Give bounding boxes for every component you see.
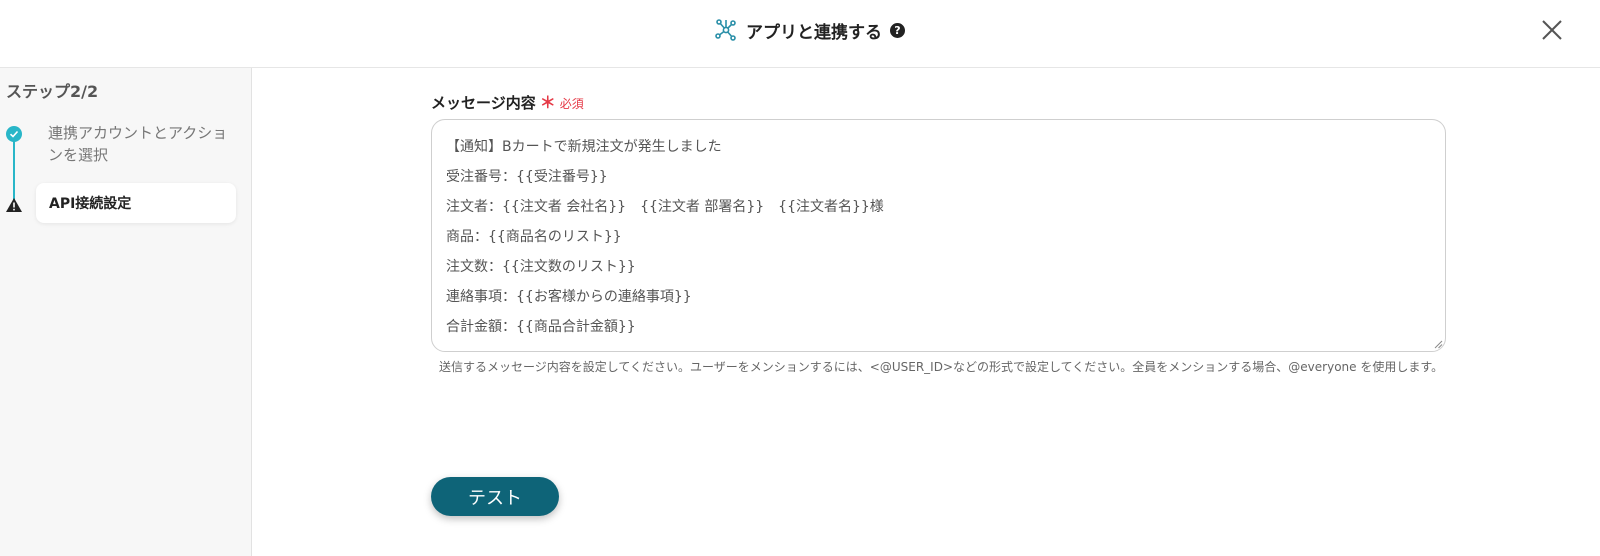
test-button[interactable]: テスト [431, 477, 559, 516]
message-textarea[interactable]: 【通知】Bカートで新規注文が発生しました 受注番号：{{受注番号}} 注文者：{… [431, 119, 1446, 352]
close-button[interactable] [1538, 16, 1566, 44]
message-line: 注文数：{{注文数のリスト}} [446, 259, 636, 275]
step-heading: ステップ2/2 [6, 82, 99, 101]
close-icon [1542, 20, 1562, 40]
modal-header: アプリと連携する ? [0, 0, 1600, 68]
message-helper-text: 送信するメッセージ内容を設定してください。ユーザーをメンションするには、<@US… [439, 360, 1444, 374]
message-line: 注文者：{{注文者 会社名}} {{注文者 部署名}} {{注文者名}}様 [446, 199, 884, 215]
step-item-api-settings[interactable]: API接続設定 [36, 183, 236, 223]
message-label-text: メッセージ内容 [431, 94, 536, 112]
step-sidebar: ステップ2/2 連携アカウントとアクションを選択 API接続設定 [0, 68, 252, 556]
warning-icon [5, 197, 23, 213]
message-line: 【通知】Bカートで新規注文が発生しました [446, 139, 722, 155]
modal-title: アプリと連携する [746, 22, 882, 43]
help-icon[interactable]: ? [890, 22, 905, 38]
check-icon [6, 126, 22, 142]
resize-handle-icon[interactable] [1433, 339, 1443, 349]
required-star: ＊ [539, 93, 556, 112]
message-line: 連絡事項：{{お客様からの連絡事項}} [446, 289, 692, 305]
message-line: 商品：{{商品名のリスト}} [446, 229, 622, 245]
header-title-group: アプリと連携する ? [714, 16, 905, 44]
message-line: 受注番号：{{受注番号}} [446, 169, 608, 185]
required-badge: 必須 [559, 97, 584, 111]
step-item-select-action[interactable]: 連携アカウントとアクションを選択 [48, 122, 228, 166]
integration-icon [714, 18, 738, 42]
message-line: 合計金額：{{商品合計金額}} [446, 319, 636, 335]
message-field-label: メッセージ内容 ＊ 必須 [431, 89, 584, 113]
step-connector [13, 136, 15, 206]
